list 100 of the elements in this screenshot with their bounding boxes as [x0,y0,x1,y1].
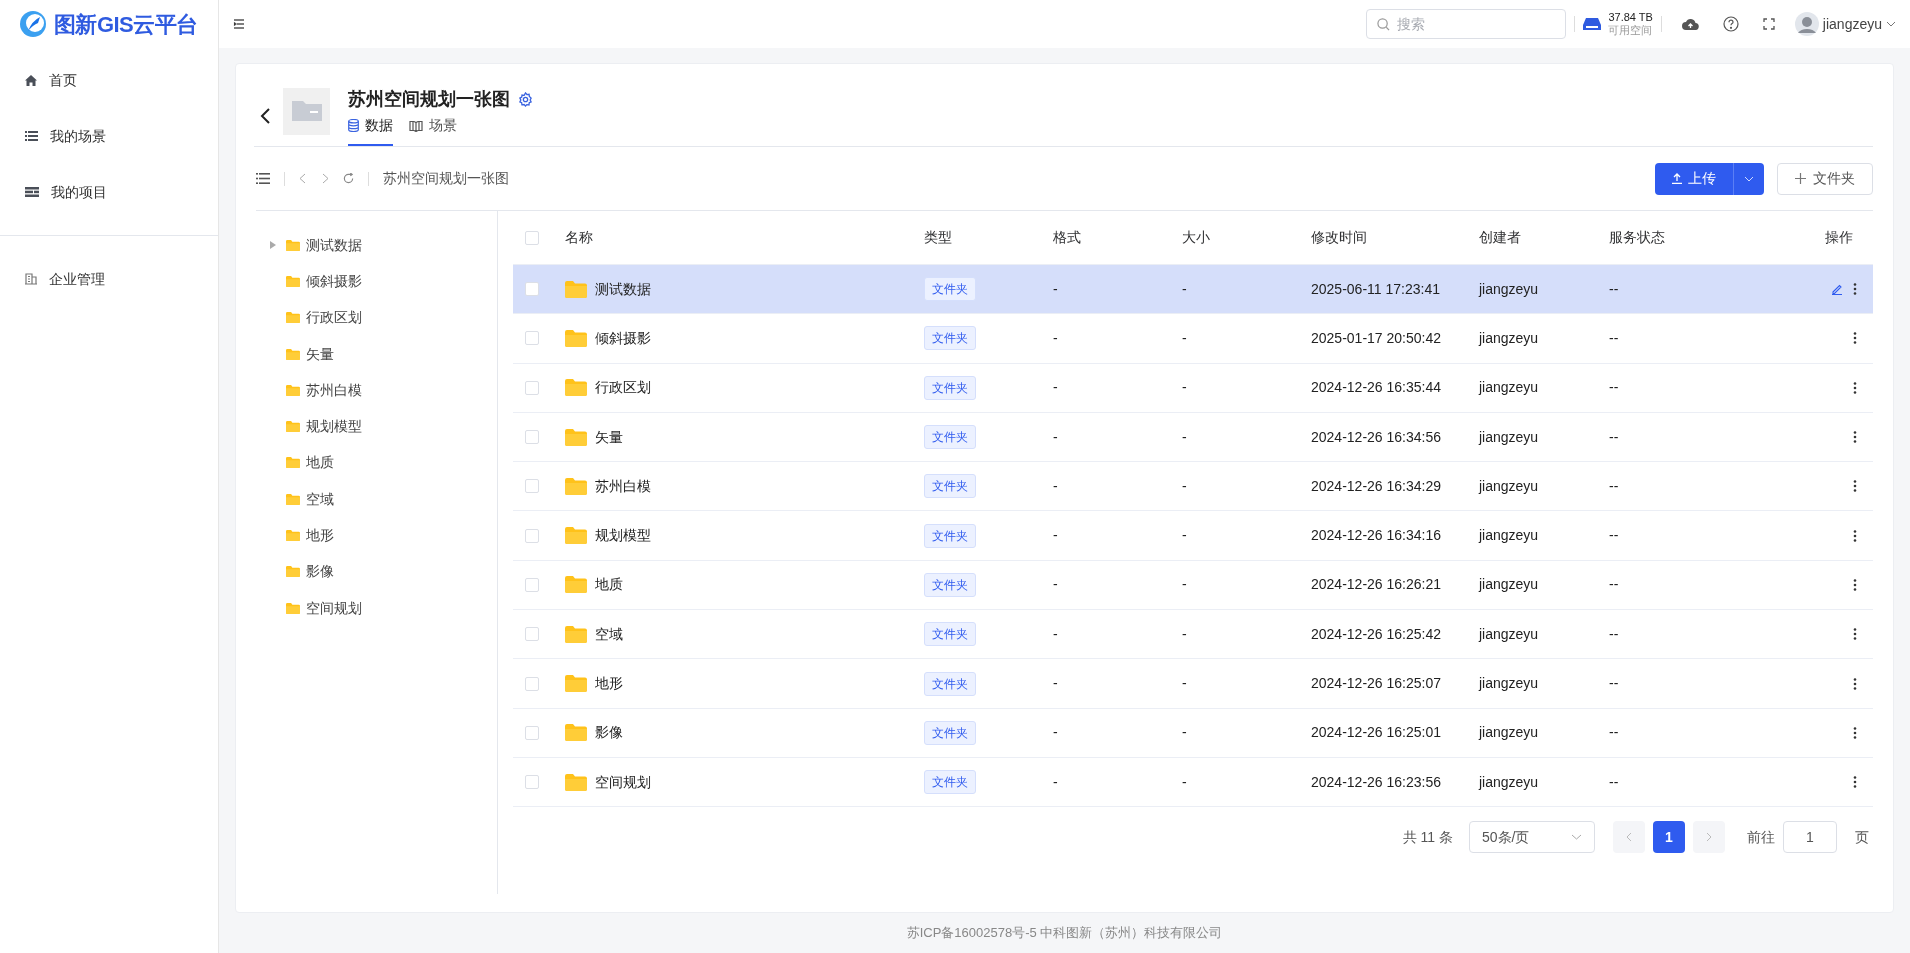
more-icon[interactable] [1853,628,1857,641]
sidebar-item[interactable]: 我的场景 [0,108,218,164]
sidebar-item[interactable]: 企业管理 [0,251,218,307]
type-tag: 文件夹 [924,523,976,548]
back-icon[interactable] [260,107,271,125]
checkbox[interactable] [525,479,539,494]
page-button[interactable]: 1 [1653,821,1685,854]
file-name[interactable]: 倾斜摄影 [595,327,651,349]
cloud-upload-icon[interactable] [1681,18,1699,30]
table-cell: jiangzeyu [1479,428,1539,445]
chevron-down-icon[interactable] [1886,21,1896,27]
file-name[interactable]: 规划模型 [595,525,651,547]
checkbox[interactable] [525,775,539,790]
type-tag: 文件夹 [924,277,976,302]
edit-icon[interactable] [1831,283,1843,296]
page-size-select[interactable]: 50条/页 [1469,821,1595,854]
tree-item[interactable]: 倾斜摄影 [256,263,497,300]
upload-dropdown-button[interactable] [1734,162,1764,195]
table-cell: -- [1609,527,1619,544]
folder-icon [565,724,587,742]
avatar-icon[interactable] [1794,12,1819,36]
checkbox[interactable] [525,380,539,395]
column-header: 类型 [924,229,952,245]
checkbox[interactable] [525,230,539,245]
file-name[interactable]: 地形 [595,673,623,694]
tree-item[interactable]: 地形 [256,517,497,554]
settings-icon[interactable] [518,92,533,107]
tab[interactable]: 场景 [409,115,457,146]
table-cell: 2024-12-26 16:25:07 [1311,675,1441,691]
checkbox[interactable] [525,627,539,642]
storage-amount: 37.84 TB [1608,11,1653,24]
type-tag: 文件夹 [924,622,976,647]
new-folder-button[interactable]: 文件夹 [1777,162,1873,195]
building-icon [25,273,37,285]
more-icon[interactable] [1853,529,1857,542]
table-cell: jiangzeyu [1479,576,1539,593]
table-cell: -- [1609,379,1619,396]
menu-icon[interactable] [233,18,245,30]
file-name[interactable]: 测试数据 [595,278,651,300]
table-row[interactable]: 测试数据 文件夹 - - 2025-06-11 17:23:41 jiangzeyu -- [513,265,1873,315]
table-cell: jiangzeyu [1479,329,1539,346]
fullscreen-icon[interactable] [1762,18,1775,30]
help-icon[interactable] [1722,16,1739,32]
page-input[interactable]: 1 [1783,821,1837,854]
tree-item[interactable]: 空域 [256,481,497,518]
list-icon[interactable] [256,173,270,184]
table-cell: - [1182,773,1187,790]
more-icon[interactable] [1853,283,1857,296]
folder-icon [565,280,587,298]
tree-item[interactable]: 矢量 [256,335,497,373]
checkbox[interactable] [525,430,539,445]
checkbox[interactable] [525,282,539,297]
tree-item[interactable]: 规划模型 [256,408,497,445]
checkbox[interactable] [525,676,539,691]
file-name[interactable]: 空域 [595,623,623,645]
checkbox[interactable] [525,331,539,346]
checkbox[interactable] [525,528,539,543]
file-name[interactable]: 影像 [595,722,623,744]
table-cell: - [1053,724,1058,741]
more-icon[interactable] [1853,431,1857,444]
tree-item[interactable]: 地质 [256,444,497,482]
file-name[interactable]: 行政区划 [595,377,651,399]
checkbox[interactable] [525,725,539,740]
sidebar-item[interactable]: 我的项目 [0,164,218,220]
folder-icon [565,527,587,545]
more-icon[interactable] [1853,578,1857,591]
folder-icon [565,675,587,692]
folder-icon [286,239,300,251]
logo-icon [18,9,48,39]
user-name[interactable]: jiangzeyu [1822,13,1882,35]
breadcrumb[interactable]: 苏州空间规划一张图 [383,168,509,189]
more-icon[interactable] [1853,677,1857,690]
tab[interactable]: 数据 [348,115,393,146]
table-cell: jiangzeyu [1479,379,1539,396]
table-cell: 2024-12-26 16:25:42 [1311,625,1441,642]
tree-item[interactable]: 影像 [256,553,497,590]
more-icon[interactable] [1853,480,1857,493]
more-icon[interactable] [1853,381,1857,394]
refresh-icon[interactable] [343,173,354,184]
tree-item[interactable]: 行政区划 [256,299,497,336]
file-name[interactable]: 空间规划 [595,771,651,793]
file-name[interactable]: 地质 [595,574,623,596]
checkbox[interactable] [525,577,539,592]
table-cell: jiangzeyu [1479,625,1539,642]
more-icon[interactable] [1853,776,1857,789]
search-field[interactable]: 搜索 [1366,9,1567,39]
table-cell: -- [1609,280,1619,297]
upload-button[interactable]: 上传 [1655,162,1734,195]
table-cell: 2024-12-26 16:34:16 [1311,527,1441,544]
more-icon[interactable] [1853,332,1857,345]
folder-icon [286,602,300,614]
file-name[interactable]: 矢量 [595,426,623,448]
tree-item[interactable]: 苏州白模 [256,372,497,409]
tree-item[interactable]: 测试数据 [256,227,497,264]
tree-item[interactable]: 空间规划 [256,589,497,627]
file-name[interactable]: 苏州白模 [595,475,651,497]
more-icon[interactable] [1853,726,1857,739]
sidebar-item[interactable]: 首页 [0,52,218,108]
folder-thumbnail [283,87,330,135]
type-tag: 文件夹 [924,671,976,696]
